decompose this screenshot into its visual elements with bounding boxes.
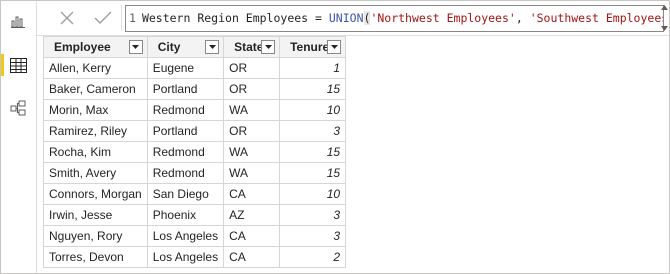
column-header-employee[interactable]: Employee (43, 36, 148, 58)
scroll-down-icon (661, 26, 668, 31)
cell-state[interactable]: OR (223, 120, 281, 142)
cell-state[interactable]: CA (223, 183, 281, 205)
cell-employee[interactable]: Connors, Morgan (43, 183, 148, 205)
cell-employee[interactable]: Irwin, Jesse (43, 204, 148, 226)
report-view-icon (11, 16, 25, 28)
cell-tenure[interactable]: 3 (279, 225, 347, 247)
line-number: 1 (129, 11, 136, 25)
chevron-down-icon (208, 45, 216, 49)
report-view-button[interactable] (1, 6, 35, 36)
cell-tenure[interactable]: 2 (279, 246, 347, 268)
cell-employee[interactable]: Torres, Devon (43, 246, 148, 268)
cell-state[interactable]: CA (223, 246, 281, 268)
cell-employee[interactable]: Nguyen, Rory (43, 225, 148, 247)
cell-state[interactable]: OR (223, 57, 281, 79)
formula-arg-2: 'Southwest Employees' (529, 11, 664, 25)
table-row[interactable]: Nguyen, Rory Los Angeles CA 3 (43, 225, 347, 247)
cell-tenure[interactable]: 1 (279, 57, 347, 79)
table-row[interactable]: Smith, Avery Redmond WA 15 (43, 162, 347, 184)
cell-tenure[interactable]: 15 (279, 162, 347, 184)
formula-bar: 1 Western Region Employees = UNION('North… (37, 1, 669, 36)
cell-tenure[interactable]: 10 (279, 183, 347, 205)
cancel-icon (60, 11, 74, 25)
cell-tenure[interactable]: 15 (279, 78, 347, 100)
cell-state[interactable]: CA (223, 225, 281, 247)
cell-city[interactable]: Portland (146, 78, 225, 100)
formula-separator: , (515, 11, 530, 25)
commit-formula-button[interactable] (92, 7, 114, 29)
column-header-city[interactable]: City (146, 36, 225, 58)
cell-state[interactable]: WA (223, 162, 281, 184)
cell-employee[interactable]: Baker, Cameron (43, 78, 148, 100)
filter-dropdown-button[interactable] (327, 40, 342, 54)
table-row[interactable]: Baker, Cameron Portland OR 15 (43, 78, 347, 100)
formula-buttons (49, 5, 122, 31)
data-table: Employee City State Tenure Allen, Kerry Euge… (43, 36, 347, 268)
cell-city[interactable]: Eugene (146, 57, 225, 79)
column-header-label: Employee (54, 40, 111, 54)
cancel-formula-button[interactable] (56, 7, 78, 29)
cell-employee[interactable]: Morin, Max (43, 99, 148, 121)
header-row: Employee City State Tenure (43, 36, 347, 58)
table-row[interactable]: Allen, Kerry Eugene OR 1 (43, 57, 347, 79)
filter-dropdown-button[interactable] (205, 40, 220, 54)
formula-scrollbar[interactable] (661, 5, 668, 31)
table-row[interactable]: Torres, Devon Los Angeles CA 2 (43, 246, 347, 268)
cell-tenure[interactable]: 10 (279, 99, 347, 121)
cell-employee[interactable]: Allen, Kerry (43, 57, 148, 79)
cell-city[interactable]: Redmond (146, 162, 225, 184)
cell-state[interactable]: WA (223, 99, 281, 121)
table-row[interactable]: Connors, Morgan San Diego CA 10 (43, 183, 347, 205)
cell-city[interactable]: Portland (146, 120, 225, 142)
cell-state[interactable]: WA (223, 141, 281, 163)
model-view-icon (10, 100, 26, 116)
cell-employee[interactable]: Ramirez, Riley (43, 120, 148, 142)
chevron-down-icon (264, 45, 272, 49)
view-switcher-rail (1, 1, 37, 273)
filter-dropdown-button[interactable] (128, 40, 143, 54)
column-header-state[interactable]: State (223, 36, 281, 58)
column-header-label: Tenure (290, 40, 330, 54)
column-header-tenure[interactable]: Tenure (279, 36, 347, 58)
power-bi-data-view: 1 Western Region Employees = UNION('North… (0, 0, 670, 274)
chevron-down-icon (330, 45, 338, 49)
data-view-button[interactable] (1, 50, 35, 80)
model-view-button[interactable] (1, 93, 35, 123)
cell-city[interactable]: Los Angeles (146, 246, 225, 268)
formula-measure-name: Western Region Employees = (141, 11, 329, 25)
table-row[interactable]: Irwin, Jesse Phoenix AZ 3 (43, 204, 347, 226)
cell-city[interactable]: Phoenix (146, 204, 225, 226)
cell-tenure[interactable]: 3 (279, 120, 347, 142)
formula-function: UNION (328, 11, 364, 25)
filter-dropdown-button[interactable] (261, 40, 276, 54)
cell-city[interactable]: Redmond (146, 141, 225, 163)
column-header-label: State (234, 40, 264, 54)
cell-city[interactable]: San Diego (146, 183, 225, 205)
cell-city[interactable]: Los Angeles (146, 225, 225, 247)
column-header-label: City (157, 40, 181, 54)
cell-state[interactable]: AZ (223, 204, 281, 226)
cell-tenure[interactable]: 3 (279, 204, 347, 226)
cell-employee[interactable]: Smith, Avery (43, 162, 148, 184)
cell-employee[interactable]: Rocha, Kim (43, 141, 148, 163)
cell-tenure[interactable]: 15 (279, 141, 347, 163)
data-view-icon (9, 57, 27, 73)
formula-input[interactable]: 1 Western Region Employees = UNION('North… (125, 5, 664, 32)
table-row[interactable]: Ramirez, Riley Portland OR 3 (43, 120, 347, 142)
cell-state[interactable]: OR (223, 78, 281, 100)
commit-icon (94, 11, 112, 24)
cell-city[interactable]: Redmond (146, 99, 225, 121)
table-row[interactable]: Morin, Max Redmond WA 10 (43, 99, 347, 121)
table-row[interactable]: Rocha, Kim Redmond WA 15 (43, 141, 347, 163)
chevron-down-icon (132, 45, 140, 49)
formula-arg-1: 'Northwest Employees' (370, 11, 516, 25)
scroll-up-icon (661, 5, 668, 10)
